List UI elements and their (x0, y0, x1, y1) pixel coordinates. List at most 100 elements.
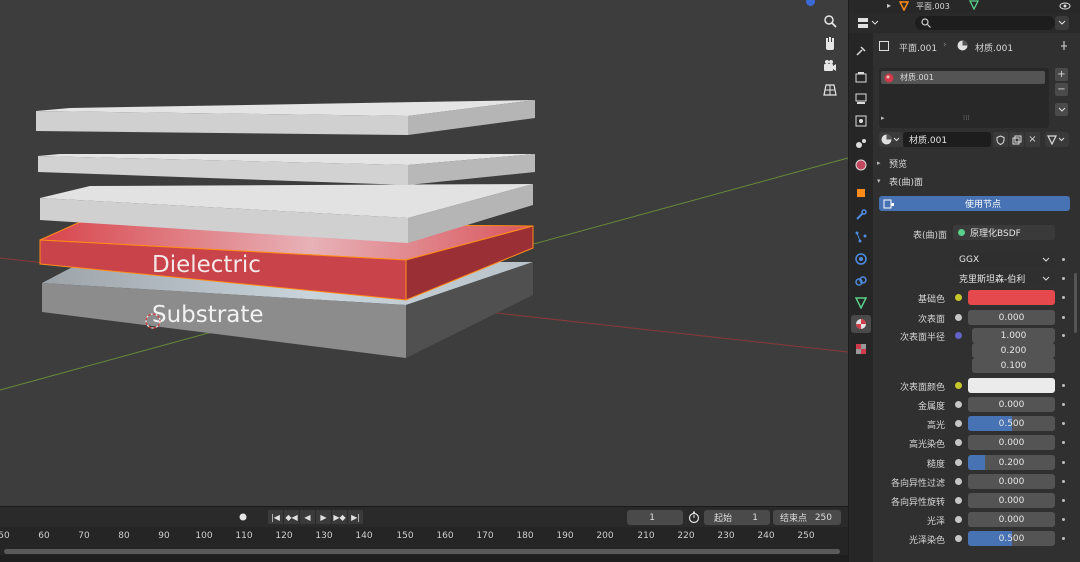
color-socket-icon[interactable] (955, 382, 962, 389)
unlink-material-icon[interactable]: × (1025, 132, 1040, 147)
duplicate-material-icon[interactable] (1009, 132, 1024, 147)
value-socket-icon[interactable] (955, 314, 962, 321)
editor-type-icon[interactable] (857, 16, 881, 30)
scene-canvas[interactable]: Substrate Dielectric (0, 0, 848, 506)
play-reverse-icon[interactable]: ◀ (300, 510, 315, 524)
fake-user-shield-icon[interactable] (993, 132, 1008, 147)
modifier-tab-icon[interactable] (851, 206, 871, 224)
add-slot-icon[interactable]: + (1055, 68, 1068, 81)
distribution-dropdown[interactable]: GGX (953, 252, 1055, 267)
camera-icon[interactable] (820, 57, 840, 77)
zoom-icon[interactable] (820, 11, 840, 31)
keyframe-dot[interactable] (1062, 296, 1065, 299)
prev-keyframe-icon[interactable]: ◆◀ (284, 510, 299, 524)
sheen-tint-field[interactable]: 0.500 (968, 531, 1055, 546)
subsurface-field[interactable]: 0.000 (968, 310, 1055, 325)
next-keyframe-icon[interactable]: ▶◆ (332, 510, 347, 524)
options-dropdown-icon[interactable] (1055, 16, 1069, 30)
anisotropic-field[interactable]: 0.000 (968, 474, 1055, 489)
data-tab-icon[interactable] (851, 294, 871, 312)
keyframe-dot[interactable] (1062, 384, 1065, 387)
output-tab-icon[interactable] (851, 90, 871, 108)
slot-menu-icon[interactable] (1055, 103, 1068, 116)
physics-tab-icon[interactable] (851, 250, 871, 268)
value-socket-icon[interactable] (955, 439, 962, 446)
vector-socket-icon[interactable] (955, 332, 962, 339)
subsurface-color-swatch[interactable] (968, 378, 1055, 393)
render-tab-icon[interactable] (851, 68, 871, 86)
material-name-field[interactable]: 材质.001 (903, 132, 991, 147)
value-socket-icon[interactable] (955, 459, 962, 466)
specular-field[interactable]: 0.500 (968, 416, 1055, 431)
remove-slot-icon[interactable]: − (1055, 83, 1068, 96)
play-icon[interactable]: ▶ (316, 510, 331, 524)
current-frame-field[interactable]: 1 (627, 510, 683, 525)
hand-pan-icon[interactable] (820, 34, 840, 54)
keyframe-dot[interactable] (1062, 258, 1065, 261)
tool-tab-icon[interactable] (851, 42, 871, 60)
keyframe-dot[interactable] (1062, 461, 1065, 464)
pin-icon[interactable] (1059, 40, 1069, 51)
layer-1[interactable] (36, 100, 535, 135)
keyframe-dot[interactable] (1062, 499, 1065, 502)
search-input[interactable] (915, 16, 1055, 30)
jump-end-icon[interactable]: ▶| (348, 510, 363, 524)
outliner-item-label[interactable]: 平面.003 (916, 1, 950, 12)
eye-icon[interactable] (1059, 2, 1071, 10)
subsurface-radius-y[interactable]: 0.200 (972, 343, 1055, 358)
link-data-dropdown-icon[interactable] (1045, 132, 1069, 147)
constraints-tab-icon[interactable] (851, 272, 871, 290)
shader-field[interactable]: 原理化BSDF (953, 225, 1055, 240)
grid-view-icon[interactable] (820, 80, 840, 100)
start-frame-field[interactable]: 起始 1 (704, 510, 770, 525)
object-tab-icon[interactable] (851, 184, 871, 202)
expand-arrow-icon[interactable]: ▸ (887, 1, 891, 10)
value-socket-icon[interactable] (955, 420, 962, 427)
preview-panel-header[interactable]: ▸ 预览 (877, 155, 1073, 171)
material-slot-list[interactable]: 材质.001 ▸ ⁞⁞⁞ (879, 68, 1049, 128)
stopwatch-icon[interactable] (688, 511, 700, 524)
anisotropic-rotation-field[interactable]: 0.000 (968, 493, 1055, 508)
browse-material-button[interactable] (879, 132, 903, 147)
keyframe-dot[interactable] (1062, 422, 1065, 425)
specular-tint-field[interactable]: 0.000 (968, 435, 1055, 450)
subsurface-radius-z[interactable]: 0.100 (972, 358, 1055, 373)
subsurface-radius-x[interactable]: 1.000 (972, 328, 1055, 343)
list-resize-handle[interactable]: ⁞⁞⁞ (963, 114, 970, 122)
material-tab-icon[interactable] (851, 315, 871, 333)
keyframe-dot[interactable] (1062, 518, 1065, 521)
value-socket-icon[interactable] (955, 535, 962, 542)
value-socket-icon[interactable] (955, 516, 962, 523)
metallic-field[interactable]: 0.000 (968, 397, 1055, 412)
surface-panel-header[interactable]: ▾ 表(曲)面 (877, 173, 1073, 189)
value-socket-icon[interactable] (955, 478, 962, 485)
color-socket-icon[interactable] (955, 294, 962, 301)
properties-scrollbar[interactable] (1074, 273, 1077, 333)
material-slot-item[interactable]: 材质.001 (881, 71, 1045, 84)
end-frame-field[interactable]: 结束点 250 (773, 510, 841, 525)
subsurface-method-dropdown[interactable]: 克里斯坦森-伯利 (953, 271, 1055, 286)
roughness-field[interactable]: 0.200 (968, 455, 1055, 470)
world-tab-icon[interactable] (851, 156, 871, 174)
jump-start-icon[interactable]: |◀ (268, 510, 283, 524)
timeline[interactable]: |◀ ◆◀ ◀ ▶ ▶◆ ▶| 1 起始 1 结束点 250 50 60 70 … (0, 506, 848, 562)
keyframe-record-button[interactable] (236, 511, 250, 523)
keyframe-dot[interactable] (1062, 277, 1065, 280)
particles-tab-icon[interactable] (851, 228, 871, 246)
sheen-field[interactable]: 0.000 (968, 512, 1055, 527)
timeline-scrollbar[interactable] (4, 549, 840, 554)
scene-tab-icon[interactable] (851, 134, 871, 152)
keyframe-dot[interactable] (1062, 403, 1065, 406)
3d-viewport[interactable]: Substrate Dielectric (0, 0, 848, 506)
value-socket-icon[interactable] (955, 401, 962, 408)
keyframe-dot[interactable] (1062, 537, 1065, 540)
keyframe-dot[interactable] (1062, 316, 1065, 319)
base-color-swatch[interactable] (968, 290, 1055, 305)
view-layer-tab-icon[interactable] (851, 112, 871, 130)
keyframe-dot[interactable] (1062, 480, 1065, 483)
list-expand-icon[interactable]: ▸ (881, 114, 885, 122)
value-socket-icon[interactable] (955, 497, 962, 504)
keyframe-dot[interactable] (1062, 334, 1065, 337)
use-nodes-button[interactable]: 使用节点 (879, 196, 1070, 211)
keyframe-dot[interactable] (1062, 441, 1065, 444)
